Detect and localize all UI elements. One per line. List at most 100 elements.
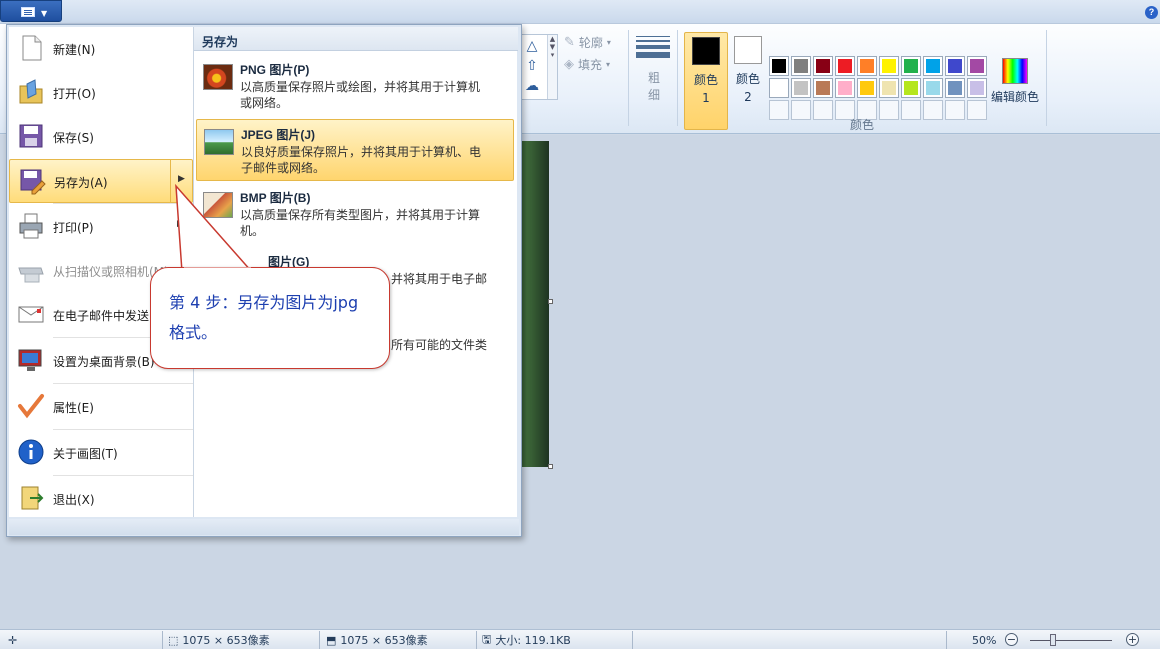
shapes-scrollbar[interactable]: ▲ ▼ ▾ [547, 35, 557, 99]
zoom-slider-thumb[interactable] [1050, 634, 1056, 646]
color2-label: 颜色 2 [736, 72, 761, 104]
title-bar: ▼ ? [0, 0, 1160, 24]
save-as-bmp[interactable]: BMP 图片(B) 以高质量保存所有类型图片，并将其用于计算机。 [196, 183, 514, 245]
menu-item-label: 属性(E) [53, 401, 94, 415]
submenu-header: 另存为 [194, 27, 518, 51]
color2-selector[interactable]: 颜色 2 [726, 32, 770, 130]
palette-empty-slot[interactable] [813, 100, 833, 120]
palette-empty-slot[interactable] [879, 100, 899, 120]
palette-empty-slot[interactable] [769, 100, 789, 120]
palette-color-swatch[interactable] [879, 78, 899, 98]
menu-item-open[interactable]: 打开(O) [9, 71, 193, 115]
palette-color-swatch[interactable] [923, 56, 943, 76]
palette-color-swatch[interactable] [945, 56, 965, 76]
help-icon[interactable]: ? [1145, 6, 1158, 19]
palette-color-swatch[interactable] [835, 56, 855, 76]
palette-empty-slot[interactable] [791, 100, 811, 120]
palette-color-swatch[interactable] [769, 56, 789, 76]
chevron-right-icon: ▶ [177, 219, 184, 229]
brush-outline-icon: ✎ [564, 35, 575, 50]
resize-handle-right[interactable] [548, 299, 553, 304]
palette-color-swatch[interactable] [835, 78, 855, 98]
menu-item-label: 另存为(A) [54, 176, 108, 190]
image-size-text: 1075 × 653像素 [340, 634, 428, 647]
fill-label: 填充 [578, 58, 603, 72]
palette-empty-slot[interactable] [923, 100, 943, 120]
menu-item-about[interactable]: 关于画图(T) [9, 431, 193, 475]
selection-size: ⬚ 1075 × 653像素 [168, 632, 270, 648]
color1-selector[interactable]: 颜色 1 [684, 32, 728, 130]
step-callout: 第 4 步：另存为图片为jpg格式。 [150, 267, 390, 369]
png-image-icon [203, 64, 233, 90]
jpeg-title: JPEG 图片(J) [241, 128, 316, 142]
status-bar: ✛ ⬚ 1075 × 653像素 ⬒ 1075 × 653像素 🖫 大小: 11… [0, 629, 1160, 649]
menu-item-label: 关于画图(T) [53, 447, 118, 461]
save-as-jpeg[interactable]: JPEG 图片(J) 以良好质量保存照片，并将其用于计算机、电子邮件或网络。 [196, 119, 514, 181]
selection-icon: ⬚ [168, 633, 179, 647]
printer-icon [19, 213, 43, 239]
palette-color-swatch[interactable] [901, 78, 921, 98]
outline-dropdown[interactable]: ✎ 轮廓 ▾ [564, 34, 611, 51]
palette-color-swatch[interactable] [769, 78, 789, 98]
palette-empty-slot[interactable] [967, 100, 987, 120]
exit-icon [21, 486, 44, 510]
resize-handle-corner[interactable] [548, 464, 553, 469]
menu-item-label: 新建(N) [53, 43, 96, 57]
jpeg-description: 以良好质量保存照片，并将其用于计算机、电子邮件或网络。 [241, 145, 482, 175]
palette-color-swatch[interactable] [857, 56, 877, 76]
menu-item-new[interactable]: 新建(N) [9, 27, 193, 71]
menu-item-label: 打印(P) [53, 221, 94, 235]
menu-footer [9, 519, 519, 535]
palette-color-swatch[interactable] [813, 78, 833, 98]
zoom-in-button[interactable]: + [1126, 633, 1139, 646]
palette-color-swatch[interactable] [901, 56, 921, 76]
save-as-icon [20, 169, 46, 195]
save-as-png[interactable]: PNG 图片(P) 以高质量保存照片或绘图，并将其用于计算机或网络。 [196, 55, 514, 117]
zoom-slider-track[interactable] [1030, 640, 1112, 641]
paint-menu-button[interactable]: ▼ [0, 0, 62, 22]
color-palette [769, 56, 987, 120]
edit-colors-label: 编辑颜色 [990, 90, 1039, 104]
image-size-icon: ⬒ [326, 633, 337, 647]
palette-color-swatch[interactable] [923, 78, 943, 98]
palette-color-swatch[interactable] [945, 78, 965, 98]
save-disk-icon [19, 124, 43, 148]
move-cursor-icon: ✛ [8, 633, 18, 647]
palette-color-swatch[interactable] [813, 56, 833, 76]
arrow-up-shape-icon[interactable]: ⇧ [523, 57, 541, 75]
color1-label: 颜色 1 [694, 73, 719, 105]
shapes-gallery[interactable]: △ ⇧ ☁ ▲ ▼ ▾ [518, 34, 558, 100]
bmp-description: 以高质量保存所有类型图片，并将其用于计算机。 [240, 208, 481, 238]
email-icon [18, 306, 44, 323]
palette-color-swatch[interactable] [967, 78, 987, 98]
fill-dropdown[interactable]: ◈ 填充 ▾ [564, 56, 610, 73]
desktop-icon [18, 349, 42, 371]
menu-item-label: 退出(X) [53, 493, 95, 507]
color2-swatch [734, 36, 762, 64]
menu-divider [53, 383, 193, 384]
chevron-right-icon: ▶ [178, 174, 185, 184]
thickness-label: 粗细 [647, 71, 660, 102]
palette-color-swatch[interactable] [791, 56, 811, 76]
zoom-out-button[interactable]: − [1005, 633, 1018, 646]
menu-divider [53, 475, 193, 476]
fill-bucket-icon: ◈ [564, 57, 574, 72]
palette-color-swatch[interactable] [967, 56, 987, 76]
edit-colors-button[interactable]: 编辑颜色 [990, 58, 1040, 105]
palette-color-swatch[interactable] [791, 78, 811, 98]
triangle-shape-icon[interactable]: △ [523, 37, 541, 55]
menu-item-properties[interactable]: 属性(E) [9, 385, 193, 429]
menu-item-label: 在电子邮件中发送 [53, 309, 150, 323]
disk-icon: 🖫 [482, 632, 492, 646]
menu-item-save-as[interactable]: 另存为(A) ▶ [9, 159, 193, 203]
palette-empty-slot[interactable] [945, 100, 965, 120]
palette-empty-slot[interactable] [901, 100, 921, 120]
callout-shape-icon[interactable]: ☁ [523, 77, 541, 95]
menu-item-save[interactable]: 保存(S) [9, 115, 193, 159]
palette-color-swatch[interactable] [857, 78, 877, 98]
menu-item-exit[interactable]: 退出(X) [9, 477, 193, 521]
palette-color-swatch[interactable] [879, 56, 899, 76]
scanner-icon [18, 267, 44, 283]
chevron-down-icon: ▼ [41, 9, 48, 18]
menu-item-print[interactable]: 打印(P) ▶ [9, 205, 193, 249]
